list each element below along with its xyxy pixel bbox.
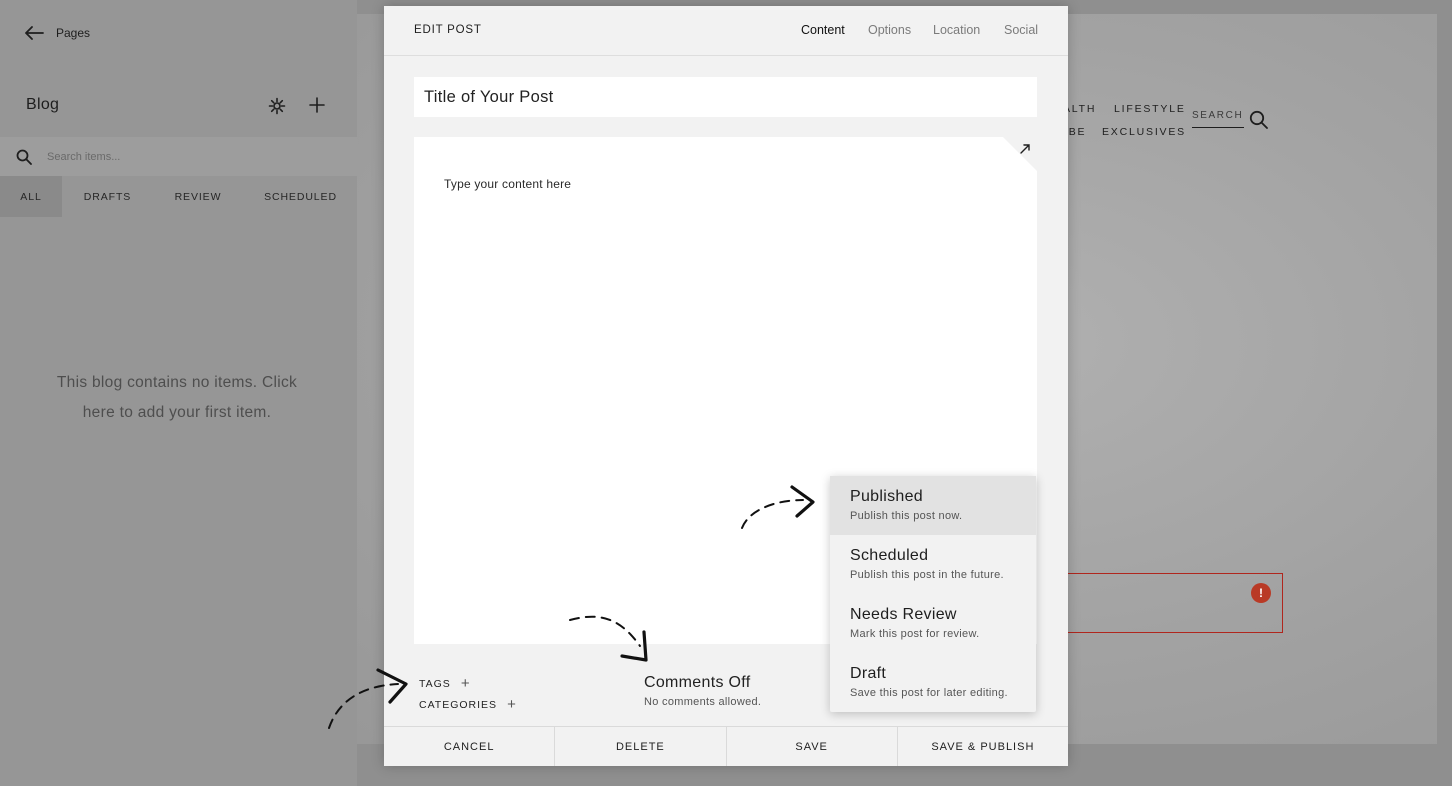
save-publish-button[interactable]: SAVE & PUBLISH bbox=[898, 727, 1068, 766]
modal-title: EDIT POST bbox=[414, 24, 482, 36]
filter-tab-scheduled[interactable]: SCHEDULED bbox=[252, 176, 349, 217]
tags-label: TAGS bbox=[419, 678, 451, 690]
dashed-arrow-published-icon bbox=[741, 485, 815, 529]
search-icon[interactable] bbox=[1249, 110, 1268, 129]
preview-search-label[interactable]: SEARCH bbox=[1192, 110, 1244, 128]
tab-content[interactable]: Content bbox=[801, 23, 845, 37]
error-badge-icon[interactable]: ! bbox=[1251, 583, 1271, 603]
back-link-label: Pages bbox=[56, 26, 91, 40]
status-option-published[interactable]: Published Publish this post now. bbox=[830, 476, 1036, 535]
status-option-label: Scheduled bbox=[850, 547, 929, 564]
search-input[interactable] bbox=[47, 150, 327, 163]
status-dropdown: Published Publish this post now. Schedul… bbox=[830, 476, 1036, 712]
back-to-pages-link[interactable]: Pages bbox=[24, 26, 90, 40]
filter-tab-review[interactable]: REVIEW bbox=[160, 176, 236, 217]
filter-tab-drafts[interactable]: DRAFTS bbox=[70, 176, 145, 217]
post-title-input[interactable] bbox=[414, 77, 1037, 117]
modal-header: EDIT POST Content Options Location Socia… bbox=[384, 6, 1068, 56]
nav-item-lifestyle[interactable]: LIFESTYLE bbox=[1114, 103, 1186, 115]
expand-icon[interactable] bbox=[1019, 143, 1031, 155]
comments-title: Comments Off bbox=[644, 674, 751, 691]
comments-setting[interactable]: Comments Off No comments allowed. bbox=[644, 674, 761, 708]
add-tag-icon[interactable]: + bbox=[461, 676, 471, 691]
status-option-desc: Save this post for later editing. bbox=[850, 687, 1008, 699]
status-option-desc: Mark this post for review. bbox=[850, 628, 980, 640]
tab-options[interactable]: Options bbox=[868, 23, 911, 37]
blog-sidebar: Pages Blog ALL DRAFTS REVIEW SCHEDULED T… bbox=[0, 0, 357, 786]
gear-icon[interactable] bbox=[268, 97, 286, 115]
dashed-arrow-tags-icon bbox=[328, 668, 408, 729]
search-icon bbox=[16, 149, 32, 165]
tags-row: TAGS + bbox=[419, 676, 471, 691]
status-option-label: Needs Review bbox=[850, 606, 957, 623]
delete-button[interactable]: DELETE bbox=[555, 727, 727, 766]
nav-item-exclusives[interactable]: EXCLUSIVES bbox=[1102, 126, 1186, 138]
comments-subtitle: No comments allowed. bbox=[644, 696, 762, 708]
modal-footer: CANCEL DELETE SAVE SAVE & PUBLISH bbox=[384, 726, 1068, 766]
tab-social[interactable]: Social bbox=[1004, 23, 1038, 37]
tab-location[interactable]: Location bbox=[933, 23, 980, 37]
status-option-desc: Publish this post in the future. bbox=[850, 569, 1004, 581]
save-button[interactable]: SAVE bbox=[727, 727, 898, 766]
filter-tab-all[interactable]: ALL bbox=[0, 176, 62, 217]
blog-title: Blog bbox=[26, 96, 60, 113]
categories-label: CATEGORIES bbox=[419, 699, 498, 711]
dashed-arrow-comments-icon bbox=[569, 615, 648, 662]
search-bar bbox=[0, 137, 357, 176]
status-option-label: Published bbox=[850, 488, 923, 505]
status-option-desc: Publish this post now. bbox=[850, 510, 963, 522]
error-block-outline bbox=[1065, 573, 1283, 633]
empty-blog-message[interactable]: This blog contains no items. Click here … bbox=[40, 368, 314, 428]
status-option-label: Draft bbox=[850, 665, 887, 682]
status-option-scheduled[interactable]: Scheduled Publish this post in the futur… bbox=[830, 535, 1036, 594]
arrow-left-icon bbox=[25, 26, 44, 40]
status-option-draft[interactable]: Draft Save this post for later editing. bbox=[830, 653, 1036, 712]
status-option-needs-review[interactable]: Needs Review Mark this post for review. bbox=[830, 594, 1036, 653]
add-item-icon[interactable] bbox=[309, 97, 325, 113]
add-category-icon[interactable]: + bbox=[507, 697, 517, 712]
categories-row: CATEGORIES + bbox=[419, 697, 517, 712]
content-placeholder: Type your content here bbox=[444, 177, 572, 191]
filter-tabs: ALL DRAFTS REVIEW SCHEDULED bbox=[0, 176, 357, 217]
